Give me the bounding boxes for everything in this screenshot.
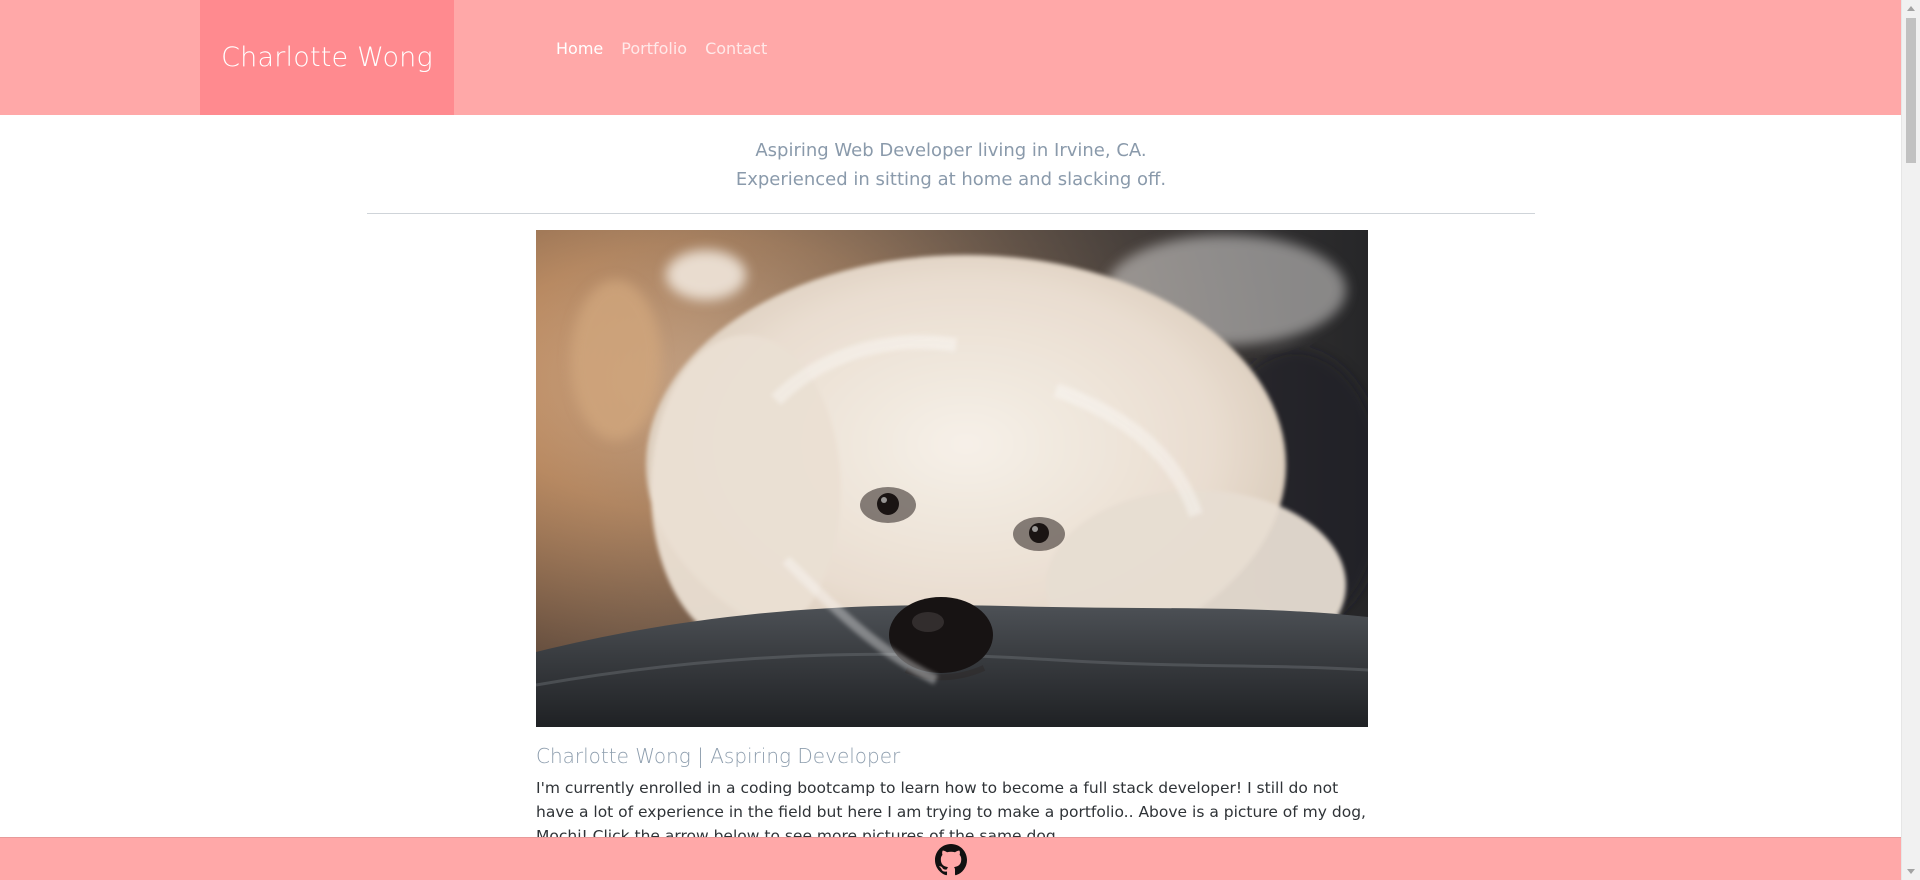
scroll-thumb[interactable]: [1906, 18, 1916, 163]
scroll-up-arrow[interactable]: [1907, 6, 1915, 11]
intro-line-1: Aspiring Web Developer living in Irvine,…: [755, 140, 1147, 161]
nav-link-contact[interactable]: Contact: [705, 39, 767, 58]
page: Charlotte Wong Home Portfolio Contact As…: [0, 0, 1920, 880]
github-link[interactable]: [935, 843, 967, 876]
nav-link-home[interactable]: Home: [556, 39, 603, 58]
nav-link-portfolio[interactable]: Portfolio: [621, 39, 687, 58]
hero-dog-image: [536, 230, 1368, 727]
github-icon: [935, 843, 967, 875]
divider: [367, 213, 1535, 214]
caption-title: Charlotte Wong | Aspiring Developer: [536, 744, 901, 768]
intro-line-2: Experienced in sitting at home and slack…: [735, 169, 1167, 190]
brand-link[interactable]: Charlotte Wong: [200, 0, 454, 115]
intro-tagline: Aspiring Web Developer living in Irvine,…: [0, 136, 1902, 194]
nav-links: Home Portfolio Contact: [556, 39, 767, 58]
page-scrollbar[interactable]: [1901, 0, 1920, 880]
footer: [0, 837, 1902, 880]
scroll-down-arrow[interactable]: [1907, 869, 1915, 874]
navbar: Charlotte Wong Home Portfolio Contact: [0, 0, 1902, 115]
dog-photo-illustration: [536, 230, 1368, 727]
